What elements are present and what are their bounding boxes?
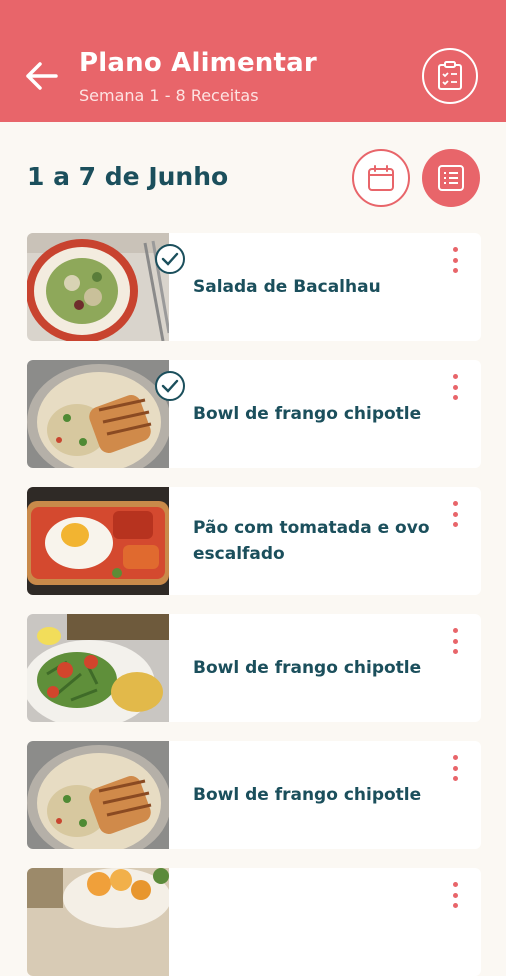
recipe-image bbox=[27, 868, 169, 976]
recipe-name: Salada de Bacalhau bbox=[193, 277, 381, 297]
recipe-image bbox=[27, 487, 169, 595]
more-vertical-icon bbox=[452, 882, 458, 887]
more-vertical-icon bbox=[452, 501, 458, 506]
more-vertical-icon bbox=[452, 628, 458, 633]
recipe-image bbox=[27, 614, 169, 722]
calendar-view-button[interactable] bbox=[352, 149, 410, 207]
more-vertical-icon bbox=[452, 247, 458, 252]
recipe-image bbox=[27, 233, 169, 341]
recipe-name bbox=[193, 868, 433, 976]
clipboard-checklist-icon bbox=[438, 61, 462, 90]
week-label: 1 a 7 de Junho bbox=[27, 162, 229, 191]
shopping-list-button[interactable] bbox=[422, 48, 478, 104]
recipe-image bbox=[27, 741, 169, 849]
app-header: Plano Alimentar Semana 1 - 8 Receitas bbox=[0, 0, 506, 122]
recipe-name: Bowl de frango chipotle bbox=[193, 785, 422, 805]
recipe-menu-button[interactable] bbox=[445, 753, 465, 783]
recipe-card[interactable]: Bowl de frango chipotle bbox=[27, 741, 481, 849]
recipe-card[interactable]: Bowl de frango chipotle bbox=[27, 360, 481, 468]
calendar-icon bbox=[368, 165, 394, 191]
more-vertical-icon bbox=[452, 755, 458, 760]
recipe-name: Pão com tomatada e ovo escalfado bbox=[193, 518, 430, 564]
more-vertical-icon bbox=[452, 374, 458, 379]
recipe-menu-button[interactable] bbox=[445, 499, 465, 529]
recipe-card[interactable]: Salada de Bacalhau bbox=[27, 233, 481, 341]
checkmark-circle-icon bbox=[155, 244, 185, 274]
recipe-card[interactable] bbox=[27, 868, 481, 976]
recipe-card[interactable]: Bowl de frango chipotle bbox=[27, 614, 481, 722]
recipe-image bbox=[27, 360, 169, 468]
arrow-left-icon bbox=[26, 62, 58, 90]
list-view-button[interactable] bbox=[422, 149, 480, 207]
recipe-name: Bowl de frango chipotle bbox=[193, 404, 422, 424]
page-subtitle: Semana 1 - 8 Receitas bbox=[79, 86, 259, 105]
back-button[interactable] bbox=[22, 56, 62, 96]
recipe-menu-button[interactable] bbox=[445, 245, 465, 275]
recipe-card[interactable]: Pão com tomatada e ovo escalfado bbox=[27, 487, 481, 595]
checkmark-circle-icon bbox=[155, 371, 185, 401]
recipe-menu-button[interactable] bbox=[445, 372, 465, 402]
recipe-menu-button[interactable] bbox=[445, 626, 465, 656]
recipe-menu-button[interactable] bbox=[445, 880, 465, 910]
list-icon bbox=[438, 165, 464, 191]
recipe-name: Bowl de frango chipotle bbox=[193, 658, 422, 678]
page-title: Plano Alimentar bbox=[79, 48, 317, 78]
